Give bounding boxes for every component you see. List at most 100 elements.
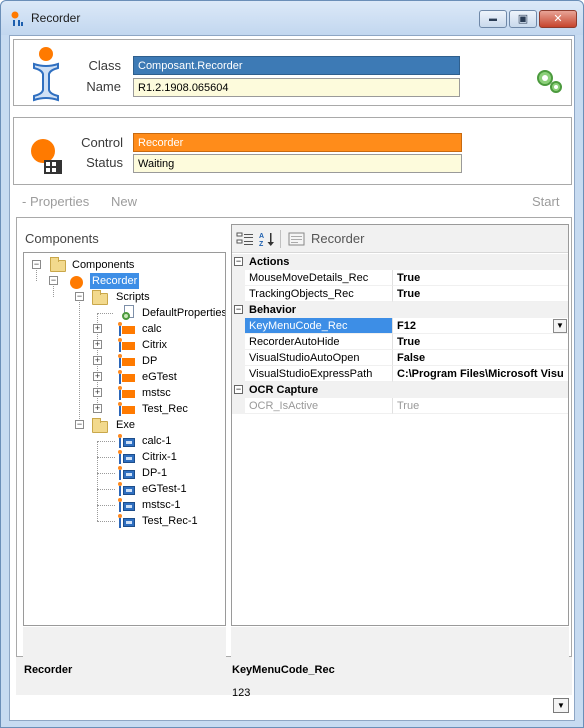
exe-icon	[118, 434, 136, 450]
tree-label-exe: Exe	[116, 419, 135, 431]
title-bar[interactable]: Recorder ▬ ▣ ✕	[1, 1, 583, 35]
collapse-icon[interactable]: −	[234, 257, 243, 266]
categorized-icon[interactable]	[236, 231, 254, 247]
category-label: Behavior	[249, 304, 297, 316]
script-icon	[118, 354, 136, 370]
control-status-panel: Control Recorder Status Waiting	[13, 117, 572, 185]
property-row[interactable]: RecorderAutoHide True	[232, 334, 568, 350]
folder-icon	[92, 290, 108, 305]
property-name: MouseMoveDetails_Rec	[245, 270, 393, 286]
tree-node-scripts[interactable]: − Scripts	[24, 289, 224, 305]
property-name: VisualStudioExpressPath	[245, 366, 393, 382]
property-name: VisualStudioAutoOpen	[245, 350, 393, 366]
tree-node-script[interactable]: + DP	[24, 353, 224, 369]
close-button[interactable]: ✕	[539, 10, 577, 28]
exe-icon	[118, 450, 136, 466]
maximize-button[interactable]: ▣	[509, 10, 537, 28]
property-pages-icon[interactable]	[288, 231, 306, 247]
bottom-dropdown-button[interactable]: ▼	[553, 698, 569, 713]
tree-node-script[interactable]: + eGTest	[24, 369, 224, 385]
collapse-icon[interactable]: −	[75, 292, 84, 301]
tree-node-exe-item[interactable]: mstsc-1	[24, 497, 224, 513]
start-button[interactable]: Start	[532, 194, 559, 209]
property-value[interactable]: True	[393, 398, 568, 414]
property-name: TrackingObjects_Rec	[245, 286, 393, 302]
property-row-selected[interactable]: KeyMenuCode_Rec F12 ▼	[232, 318, 568, 334]
tree-node-script[interactable]: + mstsc	[24, 385, 224, 401]
property-name: OCR_IsActive	[245, 398, 393, 414]
category-actions[interactable]: − Actions	[232, 254, 568, 270]
collapse-icon[interactable]: −	[32, 260, 41, 269]
category-behavior[interactable]: − Behavior	[232, 302, 568, 318]
components-tree[interactable]: − Components − Recorder − Scripts Defaul…	[23, 252, 226, 626]
toolbar-separator	[280, 230, 281, 248]
tree-node-components[interactable]: − Components	[24, 257, 224, 273]
collapse-icon[interactable]: −	[234, 385, 243, 394]
expand-icon[interactable]: +	[93, 356, 102, 365]
tree-line	[97, 457, 115, 458]
tree-node-script[interactable]: + calc	[24, 321, 224, 337]
recorder-window: Recorder ▬ ▣ ✕ Class Composant.Recorder …	[0, 0, 584, 728]
svg-text:Z: Z	[259, 241, 264, 247]
name-field[interactable]: R1.2.1908.065604	[133, 78, 460, 97]
tree-label-recorder: Recorder	[90, 273, 140, 289]
script-icon	[118, 322, 136, 338]
class-field[interactable]: Composant.Recorder	[133, 56, 460, 75]
collapse-icon[interactable]: −	[49, 276, 58, 285]
collapse-icon[interactable]: −	[75, 420, 84, 429]
tree-label-defaultproperties: DefaultProperties	[142, 307, 226, 319]
tree-node-script[interactable]: + Citrix	[24, 337, 224, 353]
property-value[interactable]: True	[393, 270, 568, 286]
tree-node-script[interactable]: + Test_Rec	[24, 401, 224, 417]
status-field[interactable]: Waiting	[133, 154, 462, 173]
selected-component-strip	[23, 627, 226, 657]
script-icon	[118, 370, 136, 386]
components-header: Components	[25, 231, 99, 246]
property-row[interactable]: VisualStudioAutoOpen False	[232, 350, 568, 366]
expand-icon[interactable]: +	[93, 372, 102, 381]
tree-node-exe-item[interactable]: DP-1	[24, 465, 224, 481]
expand-icon[interactable]: +	[93, 324, 102, 333]
properties-button[interactable]: - Properties	[22, 194, 89, 209]
chevron-down-icon: ▼	[557, 701, 565, 710]
property-row[interactable]: TrackingObjects_Rec True	[232, 286, 568, 302]
property-value[interactable]: True	[393, 286, 568, 302]
tree-node-exe-item[interactable]: Test_Rec-1	[24, 513, 224, 529]
property-value[interactable]: True	[393, 334, 568, 350]
tree-node-exe-item[interactable]: Citrix-1	[24, 449, 224, 465]
sort-alphabetical-icon[interactable]: A Z	[258, 231, 276, 247]
description-text: 123	[232, 687, 251, 699]
collapse-icon[interactable]: −	[234, 305, 243, 314]
expand-icon[interactable]: +	[93, 340, 102, 349]
script-icon	[118, 402, 136, 418]
folder-icon	[50, 257, 66, 272]
gears-icon[interactable]	[534, 67, 564, 95]
minimize-button[interactable]: ▬	[479, 10, 507, 28]
tree-node-defaultproperties[interactable]: DefaultProperties	[24, 305, 226, 321]
tree-label-exe-item: DP-1	[142, 467, 168, 479]
expand-icon[interactable]: +	[93, 404, 102, 413]
tree-node-exe[interactable]: − Exe	[24, 417, 224, 433]
tree-line	[97, 521, 115, 522]
category-ocr-capture[interactable]: − OCR Capture	[232, 382, 568, 398]
property-value[interactable]: F12	[393, 318, 568, 334]
property-row[interactable]: OCR_IsActive True	[232, 398, 568, 414]
tree-line	[97, 313, 113, 314]
property-row[interactable]: MouseMoveDetails_Rec True	[232, 270, 568, 286]
tree-line	[97, 473, 115, 474]
selected-component-name: Recorder	[24, 664, 73, 676]
expand-icon[interactable]: +	[93, 388, 102, 397]
property-value[interactable]: C:\Program Files\Microsoft Visu	[393, 366, 568, 382]
property-value[interactable]: False	[393, 350, 568, 366]
tree-node-exe-item[interactable]: calc-1	[24, 433, 224, 449]
tree-label-script: eGTest	[142, 371, 177, 383]
window-title: Recorder	[31, 11, 81, 25]
control-field[interactable]: Recorder	[133, 133, 462, 152]
tree-label-script: mstsc	[142, 387, 171, 399]
exe-icon	[118, 514, 136, 530]
tree-node-exe-item[interactable]: eGTest-1	[24, 481, 224, 497]
property-row[interactable]: VisualStudioExpressPath C:\Program Files…	[232, 366, 568, 382]
tree-node-recorder[interactable]: − Recorder	[24, 273, 224, 289]
dropdown-arrow-icon[interactable]: ▼	[553, 319, 567, 333]
new-button[interactable]: New	[111, 194, 137, 209]
